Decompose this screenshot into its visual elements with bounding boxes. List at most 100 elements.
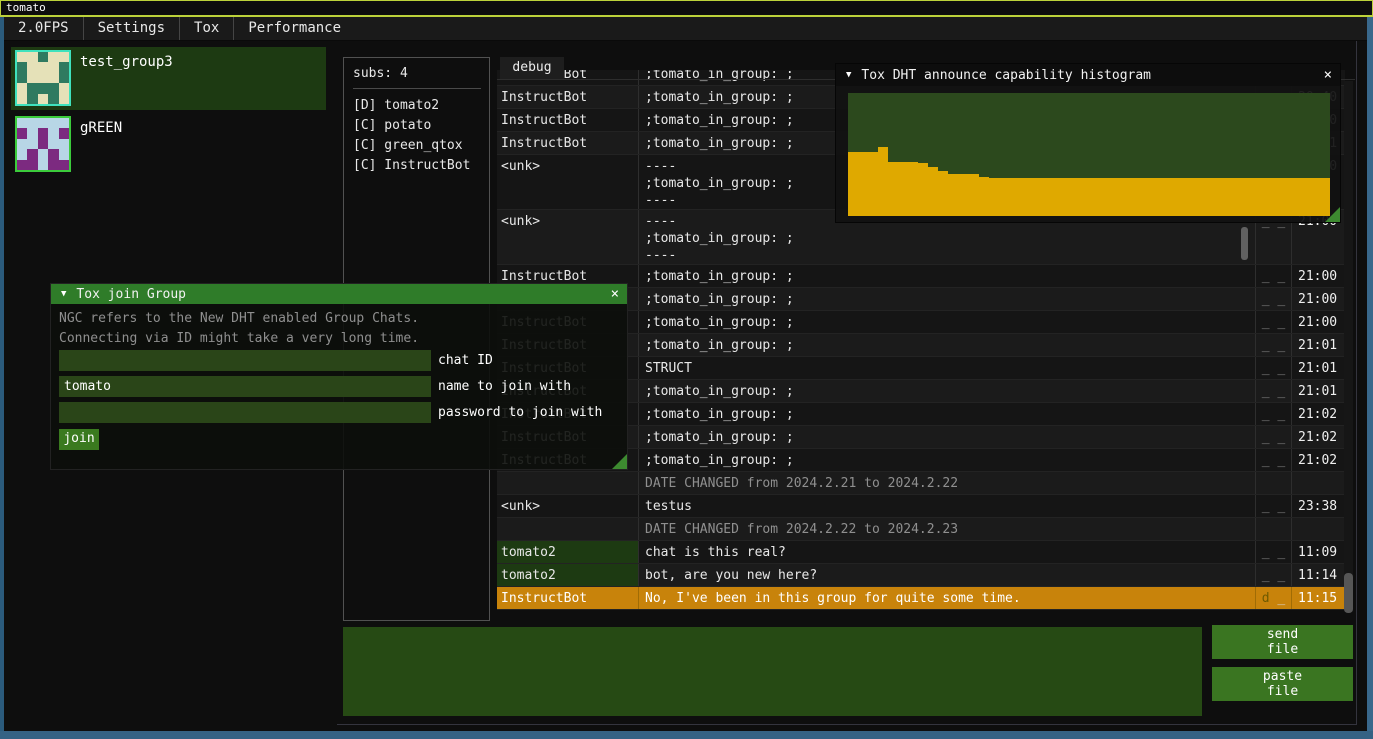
message-time-cell: 21:00 xyxy=(1291,311,1345,333)
status-indicator-b: _ xyxy=(1277,315,1285,330)
status-indicator-a: _ xyxy=(1262,269,1270,284)
paste-file-label-line2: file xyxy=(1212,684,1353,699)
message-text-cell: No, I've been in this group for quite so… xyxy=(639,587,1255,609)
chat-scrollbar-track[interactable] xyxy=(1344,81,1353,612)
chat-id-label: chat ID xyxy=(438,350,493,371)
histogram-bar xyxy=(898,162,908,216)
status-indicator-b: _ xyxy=(1277,384,1285,399)
status-indicator-a: _ xyxy=(1262,384,1270,399)
histogram-plot xyxy=(848,93,1330,216)
message-text-cell: ;tomato_in_group: ; xyxy=(639,288,1255,310)
chat-id-field[interactable] xyxy=(59,350,431,371)
chat-row[interactable]: tomato2bot, are you new here?_ _11:14 xyxy=(497,564,1345,587)
message-text-cell: DATE CHANGED from 2024.2.22 to 2024.2.23 xyxy=(639,518,1255,540)
status-indicator-a: _ xyxy=(1262,545,1270,560)
chat-scrollbar-thumb[interactable] xyxy=(1344,573,1353,613)
histogram-bar xyxy=(878,147,888,216)
message-scrollbar-thumb[interactable] xyxy=(1241,227,1248,260)
group-list-item[interactable]: gREEN xyxy=(11,113,326,176)
histogram-bar xyxy=(1149,178,1159,216)
group-avatar xyxy=(15,116,71,172)
histogram-bar xyxy=(1230,178,1240,216)
avatar-pixel xyxy=(59,160,69,170)
message-time-cell: 21:00 xyxy=(1291,265,1345,287)
message-time-cell: 21:00 xyxy=(1291,288,1345,310)
message-time-cell: 21:02 xyxy=(1291,426,1345,448)
status-indicator-a: d xyxy=(1262,591,1270,606)
histogram-bar xyxy=(969,174,979,216)
group-list-item[interactable]: test_group3 xyxy=(11,47,326,110)
message-text-line: ;tomato_in_group: ; xyxy=(645,268,1255,285)
histogram-bar xyxy=(1139,178,1149,216)
send-file-button[interactable]: send file xyxy=(1212,625,1353,659)
avatar-pixel xyxy=(48,62,58,72)
message-text-cell: bot, are you new here? xyxy=(639,564,1255,586)
status-indicator-a: _ xyxy=(1262,361,1270,376)
resize-grip[interactable] xyxy=(1325,207,1340,222)
menu-item-settings[interactable]: Settings xyxy=(84,17,179,40)
chat-row[interactable]: tomato2chat is this real?_ _11:09 xyxy=(497,541,1345,564)
os-window-titlebar[interactable]: tomato xyxy=(0,0,1373,17)
os-window-edge-right xyxy=(1367,17,1373,739)
status-indicator-a: _ xyxy=(1262,315,1270,330)
histogram-bar xyxy=(1190,178,1200,216)
message-text-cell: ;tomato_in_group: ; xyxy=(639,403,1255,425)
tab-debug[interactable]: debug xyxy=(500,57,564,80)
member-list-item[interactable]: [C] green_qtox xyxy=(353,136,489,156)
close-icon[interactable]: × xyxy=(611,286,619,302)
message-status-cell: _ _ xyxy=(1255,449,1291,471)
chat-row[interactable]: DATE CHANGED from 2024.2.22 to 2024.2.23 xyxy=(497,518,1345,541)
chat-row[interactable]: InstructBotNo, I've been in this group f… xyxy=(497,587,1345,610)
histogram-bar xyxy=(1280,178,1290,216)
resize-grip[interactable] xyxy=(612,454,627,469)
histogram-bar xyxy=(858,152,868,216)
menu-item-tox[interactable]: Tox xyxy=(180,17,233,40)
chat-row[interactable]: <unk>testus_ _23:38 xyxy=(497,495,1345,518)
histogram-bar xyxy=(959,174,969,216)
member-list-item[interactable]: [C] InstructBot xyxy=(353,156,489,176)
collapse-arrow-icon[interactable]: ▼ xyxy=(846,70,851,80)
subs-count: subs: 4 xyxy=(353,66,489,81)
histogram-bar xyxy=(1170,178,1180,216)
status-indicator-b: _ xyxy=(1277,361,1285,376)
avatar-pixel xyxy=(48,160,58,170)
histogram-window-titlebar[interactable]: ▼ Tox DHT announce capability histogram … xyxy=(836,64,1340,86)
avatar-pixel xyxy=(17,139,27,149)
message-name-cell: InstructBot xyxy=(497,587,639,609)
message-name-cell: tomato2 xyxy=(497,564,639,586)
avatar-pixel xyxy=(38,73,48,83)
member-list-item[interactable]: [C] potato xyxy=(353,116,489,136)
menu-item-performance[interactable]: Performance xyxy=(234,17,355,40)
histogram-bar xyxy=(1200,178,1210,216)
avatar-pixel xyxy=(59,62,69,72)
avatar-pixel xyxy=(48,73,58,83)
avatar-pixel xyxy=(17,149,27,159)
status-indicator-a: _ xyxy=(1262,430,1270,445)
group-avatar xyxy=(15,50,71,106)
avatar-pixel xyxy=(38,149,48,159)
avatar-pixel xyxy=(59,52,69,62)
histogram-bar xyxy=(1260,178,1270,216)
paste-file-button[interactable]: paste file xyxy=(1212,667,1353,701)
join-window-titlebar[interactable]: ▼ Tox join Group × xyxy=(51,284,627,304)
message-name-cell: InstructBot xyxy=(497,132,639,154)
chat-row[interactable]: DATE CHANGED from 2024.2.21 to 2024.2.22 xyxy=(497,472,1345,495)
group-name: test_group3 xyxy=(80,54,173,70)
member-list-item[interactable]: [D] tomato2 xyxy=(353,96,489,116)
histogram-bar xyxy=(888,162,898,216)
collapse-arrow-icon[interactable]: ▼ xyxy=(61,289,66,299)
avatar-pixel xyxy=(48,52,58,62)
message-status-cell xyxy=(1255,518,1291,540)
join-button[interactable]: join xyxy=(59,429,99,450)
group-name: gREEN xyxy=(80,120,122,136)
message-time-cell xyxy=(1291,518,1345,540)
close-icon[interactable]: × xyxy=(1324,67,1332,83)
message-input[interactable] xyxy=(343,627,1202,716)
message-text-cell: ;tomato_in_group: ; xyxy=(639,334,1255,356)
avatar-pixel xyxy=(27,118,37,128)
message-time-cell: 21:02 xyxy=(1291,403,1345,425)
join-name-field[interactable] xyxy=(59,376,431,397)
avatar-pixel xyxy=(27,52,37,62)
message-name-cell: InstructBot xyxy=(497,86,639,108)
join-password-field[interactable] xyxy=(59,402,431,423)
